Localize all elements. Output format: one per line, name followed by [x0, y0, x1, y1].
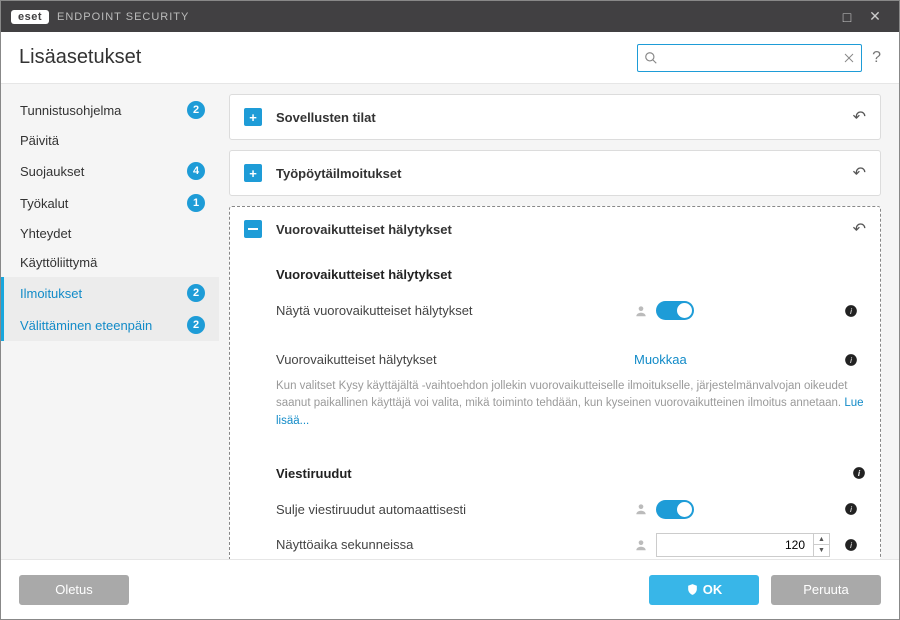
sidebar-item-label: Suojaukset	[20, 164, 187, 179]
badge: 4	[187, 162, 205, 180]
ok-button[interactable]: OK	[649, 575, 759, 605]
section-heading: Viestiruudut	[276, 466, 352, 481]
badge: 1	[187, 194, 205, 212]
info-icon[interactable]: i	[844, 538, 866, 552]
panel-sovellusten-tilat: + Sovellusten tilat ↶	[229, 94, 881, 140]
badge: 2	[187, 284, 205, 302]
help-icon[interactable]: ?	[872, 49, 881, 67]
brand-badge: eset	[11, 10, 49, 24]
sidebar-item-tyokalut[interactable]: Työkalut1	[1, 187, 219, 219]
chevron-up-icon[interactable]: ▲	[814, 534, 829, 546]
sidebar-item-paivita[interactable]: Päivitä	[1, 126, 219, 155]
svg-text:i: i	[850, 541, 852, 550]
search-input[interactable]	[658, 51, 843, 65]
badge: 2	[187, 316, 205, 334]
user-icon	[634, 538, 648, 552]
toggle-show-alerts[interactable]	[656, 301, 694, 320]
default-button[interactable]: Oletus	[19, 575, 129, 605]
sidebar-item-label: Ilmoitukset	[20, 286, 187, 301]
row-label: Näytä vuorovaikutteiset hälytykset	[276, 303, 634, 318]
edit-alerts-link[interactable]: Muokkaa	[634, 352, 687, 367]
sidebar-item-suojaukset[interactable]: Suojaukset4	[1, 155, 219, 187]
sidebar-item-label: Käyttöliittymä	[20, 255, 205, 270]
panel-title: Vuorovaikutteiset hälytykset	[276, 222, 853, 237]
seconds-stepper[interactable]: ▲▼	[814, 533, 830, 557]
ok-label: OK	[703, 582, 723, 597]
search-box[interactable]	[637, 44, 862, 72]
panel-header[interactable]: Vuorovaikutteiset hälytykset ↶	[230, 207, 880, 251]
product-name: ENDPOINT SECURITY	[57, 11, 189, 23]
badge: 2	[187, 101, 205, 119]
collapse-icon	[244, 220, 262, 238]
info-icon[interactable]: i	[852, 466, 866, 480]
sidebar-item-label: Tunnistusohjelma	[20, 103, 187, 118]
user-icon	[634, 502, 648, 516]
sidebar-item-kayttoliittyma[interactable]: Käyttöliittymä	[1, 248, 219, 277]
info-icon[interactable]: i	[844, 353, 866, 367]
undo-icon[interactable]: ↶	[853, 107, 866, 127]
sidebar: Tunnistusohjelma2 Päivitä Suojaukset4 Ty…	[1, 84, 219, 559]
undo-icon[interactable]: ↶	[853, 163, 866, 183]
panel-title: Sovellusten tilat	[276, 110, 853, 125]
sidebar-item-ilmoitukset[interactable]: Ilmoitukset2	[1, 277, 219, 309]
sidebar-item-valittaminen[interactable]: Välittäminen eteenpäin2	[1, 309, 219, 341]
row-label: Sulje viestiruudut automaattisesti	[276, 502, 634, 517]
sidebar-item-label: Yhteydet	[20, 226, 205, 241]
chevron-down-icon[interactable]: ▼	[814, 545, 829, 556]
svg-text:i: i	[850, 355, 852, 364]
panel-vuorovaikutteiset: Vuorovaikutteiset hälytykset ↶ Vuorovaik…	[229, 206, 881, 559]
search-icon	[644, 51, 658, 65]
sidebar-item-label: Päivitä	[20, 133, 205, 148]
page-title: Lisäasetukset	[19, 46, 637, 69]
sidebar-item-label: Välittäminen eteenpäin	[20, 318, 187, 333]
svg-text:i: i	[850, 306, 852, 315]
shield-icon	[686, 583, 699, 596]
sidebar-item-tunnistusohjelma[interactable]: Tunnistusohjelma2	[1, 94, 219, 126]
sidebar-item-yhteydet[interactable]: Yhteydet	[1, 219, 219, 248]
sidebar-item-label: Työkalut	[20, 196, 187, 211]
section-heading: Vuorovaikutteiset hälytykset	[276, 267, 866, 282]
info-icon[interactable]: i	[844, 502, 866, 516]
row-label: Vuorovaikutteiset hälytykset	[276, 352, 634, 367]
info-icon[interactable]: i	[844, 304, 866, 318]
seconds-input[interactable]	[656, 533, 814, 557]
expand-icon: +	[244, 164, 262, 182]
cancel-button[interactable]: Peruuta	[771, 575, 881, 605]
description-text: Kun valitset Kysy käyttäjältä -vaihtoehd…	[276, 378, 866, 430]
expand-icon: +	[244, 108, 262, 126]
window-maximize-icon[interactable]: □	[833, 9, 861, 25]
panel-title: Työpöytäilmoitukset	[276, 166, 853, 181]
undo-icon[interactable]: ↶	[853, 219, 866, 239]
toggle-autoclose[interactable]	[656, 500, 694, 519]
panel-header[interactable]: + Sovellusten tilat ↶	[230, 95, 880, 139]
svg-text:i: i	[850, 505, 852, 514]
panel-header[interactable]: + Työpöytäilmoitukset ↶	[230, 151, 880, 195]
window-close-icon[interactable]: ✕	[861, 8, 889, 25]
clear-search-icon[interactable]	[843, 52, 855, 64]
panel-tyopoytailmoitukset: + Työpöytäilmoitukset ↶	[229, 150, 881, 196]
user-icon	[634, 304, 648, 318]
row-label: Näyttöaika sekunneissa	[276, 537, 634, 552]
